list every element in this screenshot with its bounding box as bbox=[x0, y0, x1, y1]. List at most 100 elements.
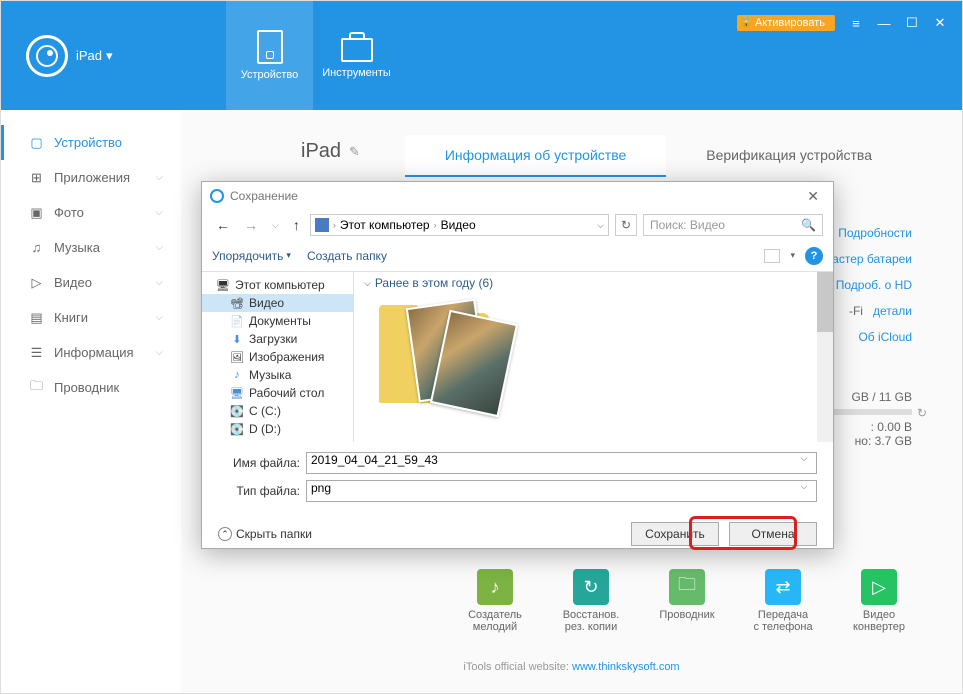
close-icon[interactable]: ✕ bbox=[801, 188, 825, 205]
sidebar-item-device[interactable]: ▢ Устройство bbox=[1, 125, 181, 160]
sidebar-item-photo[interactable]: ▣Фото⌵ bbox=[1, 195, 181, 230]
tool-converter[interactable]: ▷Видео конвертер bbox=[845, 569, 913, 633]
chevron-down-icon[interactable]: ⌵ bbox=[796, 481, 812, 492]
folder-icon: 🗀 bbox=[669, 569, 705, 605]
tree-downloads[interactable]: ⬇Загрузки bbox=[202, 330, 353, 348]
activate-button[interactable]: Активировать bbox=[737, 15, 835, 31]
chevron-down-icon: ⌵ bbox=[155, 207, 163, 218]
tab-verification[interactable]: Верификация устройства bbox=[666, 135, 912, 177]
recent-dropdown[interactable]: ⌵ bbox=[268, 220, 283, 231]
link-icloud[interactable]: Об iCloud bbox=[822, 324, 912, 350]
tree-label: Этот компьютер bbox=[235, 278, 325, 292]
drive-icon: 💽 bbox=[230, 405, 244, 417]
tool-restore[interactable]: ↻Восстанов. рез. копии bbox=[557, 569, 625, 633]
tool-label: Создатель мелодий bbox=[468, 609, 522, 633]
filename-input[interactable]: 2019_04_04_21_59_43⌵ bbox=[306, 452, 817, 474]
breadcrumb-item[interactable]: Этот компьютер bbox=[340, 218, 430, 232]
scrollbar[interactable] bbox=[817, 272, 833, 442]
tab-device-label: Устройство bbox=[241, 69, 299, 81]
tab-device[interactable]: Устройство bbox=[226, 1, 313, 110]
tree-pictures[interactable]: 🖼Изображения bbox=[202, 348, 353, 366]
tool-transfer[interactable]: ⇄Передача с телефона bbox=[749, 569, 817, 633]
chevron-down-icon: ⌵ bbox=[364, 278, 371, 289]
pc-icon: 🖥 bbox=[216, 279, 230, 291]
tree-drive-c[interactable]: 💽C (C:) bbox=[202, 402, 353, 420]
save-dialog: Сохранение ✕ ← → ⌵ ↑ › Этот компьютер › … bbox=[201, 181, 834, 549]
chevron-down-icon[interactable]: ⌵ bbox=[796, 453, 812, 464]
chevron-down-icon[interactable]: ▾ bbox=[790, 250, 795, 261]
sidebar-item-books[interactable]: ▤Книги⌵ bbox=[1, 300, 181, 335]
link-details[interactable]: Подробности bbox=[822, 220, 912, 246]
sidebar-label: Книги bbox=[54, 310, 88, 325]
cancel-button[interactable]: Отмена bbox=[729, 522, 817, 546]
tree-label: Видео bbox=[249, 296, 284, 310]
tree-drive-d[interactable]: 💽D (D:) bbox=[202, 420, 353, 438]
organize-button[interactable]: Упорядочить ▾ bbox=[212, 249, 291, 263]
save-button[interactable]: Сохранить bbox=[631, 522, 719, 546]
device-dropdown[interactable]: iPad ▾ bbox=[76, 48, 113, 64]
breadcrumb-item[interactable]: Видео bbox=[441, 218, 476, 232]
edit-icon[interactable]: ✎ bbox=[349, 144, 360, 160]
help-button[interactable]: ? bbox=[805, 247, 823, 265]
footer-text: iTools official website: bbox=[463, 661, 572, 673]
sidebar-item-music[interactable]: ♫Музыка⌵ bbox=[1, 230, 181, 265]
chevron-down-icon: ⌵ bbox=[155, 277, 163, 288]
group-header[interactable]: ⌵Ранее в этом году (6) bbox=[364, 276, 823, 290]
info-icon: ☰ bbox=[29, 345, 44, 361]
tool-label: Видео конвертер bbox=[853, 609, 905, 633]
new-folder-button[interactable]: Создать папку bbox=[307, 249, 387, 263]
hide-folders-button[interactable]: ⌃Скрыть папки bbox=[218, 527, 312, 541]
sidebar: ▢ Устройство ⊞Приложения⌵ ▣Фото⌵ ♫Музыка⌵… bbox=[1, 110, 181, 405]
tab-device-info[interactable]: Информация об устройстве bbox=[405, 135, 666, 177]
tree-music[interactable]: ♪Музыка bbox=[202, 366, 353, 384]
chevron-down-icon: ⌵ bbox=[155, 172, 163, 183]
sidebar-item-explorer[interactable]: 🗀Проводник bbox=[1, 370, 181, 405]
device-icon: ▢ bbox=[29, 135, 44, 151]
breadcrumb-dropdown[interactable]: ⌵ bbox=[597, 220, 604, 231]
tab-tools[interactable]: Инструменты bbox=[313, 1, 400, 110]
tree-this-pc[interactable]: 🖥 Этот компьютер bbox=[202, 276, 353, 294]
dialog-toolbar: Упорядочить ▾ Создать папку ▾ ? bbox=[202, 240, 833, 272]
tree-desktop[interactable]: 🖥Рабочий стол bbox=[202, 384, 353, 402]
sidebar-label: Устройство bbox=[54, 135, 122, 150]
breadcrumb[interactable]: › Этот компьютер › Видео ⌵ bbox=[310, 214, 609, 236]
device-header: iPad ✎ Информация об устройстве Верифика… bbox=[181, 110, 962, 173]
close-button[interactable]: ✕ bbox=[933, 15, 947, 31]
maximize-button[interactable]: ☐ bbox=[905, 15, 919, 31]
sidebar-item-info[interactable]: ☰Информация⌵ bbox=[1, 335, 181, 370]
refresh-button[interactable]: ↻ bbox=[615, 214, 637, 236]
filetype-select[interactable]: png ⌵ bbox=[306, 480, 817, 502]
sidebar-item-video[interactable]: ▷Видео⌵ bbox=[1, 265, 181, 300]
file-list[interactable]: ⌵Ранее в этом году (6) bbox=[354, 272, 833, 442]
folder-thumbnail[interactable] bbox=[364, 298, 534, 428]
forward-button[interactable]: → bbox=[240, 217, 262, 233]
up-button[interactable]: ↑ bbox=[289, 217, 304, 233]
menu-icon[interactable]: ≡ bbox=[849, 16, 863, 31]
view-button[interactable] bbox=[764, 249, 780, 263]
link-hd[interactable]: Подроб. о HD bbox=[822, 272, 912, 298]
drive-icon: 💽 bbox=[230, 423, 244, 435]
tool-ringtone[interactable]: ♪Создатель мелодий bbox=[461, 569, 529, 633]
footer-link[interactable]: www.thinkskysoft.com bbox=[572, 661, 680, 673]
tree-documents[interactable]: 📄Документы bbox=[202, 312, 353, 330]
tool-explorer[interactable]: 🗀Проводник bbox=[653, 569, 721, 633]
filetype-value: png bbox=[311, 481, 331, 495]
pc-icon bbox=[315, 218, 329, 232]
refresh-icon[interactable]: ↻ bbox=[917, 406, 927, 420]
chevron-down-icon: ▾ bbox=[286, 250, 291, 261]
scrollbar-thumb[interactable] bbox=[817, 272, 833, 332]
link-wifi-details[interactable]: детали bbox=[873, 304, 912, 318]
tools-row: ♪Создатель мелодий ↻Восстанов. рез. копи… bbox=[461, 569, 913, 633]
logo-area: iPad ▾ bbox=[1, 1, 226, 110]
minimize-button[interactable]: — bbox=[877, 16, 891, 31]
dialog-nav: ← → ⌵ ↑ › Этот компьютер › Видео ⌵ ↻ Пои… bbox=[202, 210, 833, 240]
wifi-text: -Fi bbox=[849, 304, 863, 318]
desktop-icon: 🖥 bbox=[230, 387, 244, 399]
search-input[interactable]: Поиск: Видео 🔍 bbox=[643, 214, 823, 236]
dialog-fields: Имя файла: 2019_04_04_21_59_43⌵ Тип файл… bbox=[202, 442, 833, 514]
tree-video[interactable]: 📽Видео bbox=[202, 294, 353, 312]
tool-label: Восстанов. рез. копии bbox=[563, 609, 620, 633]
back-button[interactable]: ← bbox=[212, 217, 234, 233]
sidebar-item-apps[interactable]: ⊞Приложения⌵ bbox=[1, 160, 181, 195]
link-battery[interactable]: Мастер батареи bbox=[822, 246, 912, 272]
